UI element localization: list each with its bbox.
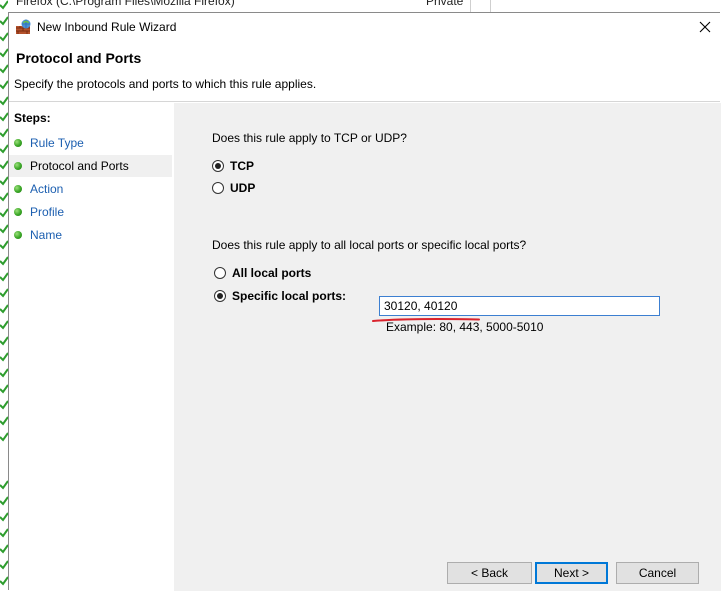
check-icon (0, 224, 8, 234)
check-icon (0, 304, 8, 314)
check-icon (0, 320, 8, 330)
steps-label: Steps: (14, 111, 51, 125)
steps-panel: Steps: Rule Type Protocol and Ports Acti… (9, 103, 174, 591)
background-app-profile: Private (426, 0, 464, 8)
check-icon (0, 16, 8, 26)
step-protocol-and-ports[interactable]: Protocol and Ports (9, 155, 172, 177)
ports-example-text: Example: 80, 443, 5000-5010 (386, 320, 544, 334)
check-icon (0, 544, 8, 554)
check-icon (0, 32, 8, 42)
check-icon (0, 144, 8, 154)
step-status-icon (14, 139, 22, 147)
check-icon (0, 400, 8, 410)
check-icon (0, 96, 8, 106)
check-icon (0, 112, 8, 122)
step-label[interactable]: Name (30, 228, 62, 242)
check-icon (0, 368, 8, 378)
cancel-button[interactable]: Cancel (616, 562, 699, 584)
check-icon (0, 128, 8, 138)
page-subtitle: Specify the protocols and ports to which… (14, 77, 317, 91)
check-icon (0, 64, 8, 74)
step-status-icon (14, 208, 22, 216)
radio-udp-label[interactable]: UDP (230, 181, 255, 195)
step-status-icon (14, 162, 22, 170)
step-name[interactable]: Name (9, 224, 172, 246)
page-title: Protocol and Ports (16, 50, 142, 66)
dialog-title: New Inbound Rule Wizard (37, 20, 177, 34)
wizard-content: Does this rule apply to TCP or UDP? TCP … (174, 103, 721, 591)
close-icon (699, 21, 711, 33)
radio-selected-dot (215, 163, 221, 169)
radio-button[interactable] (214, 267, 226, 279)
firewall-icon (15, 18, 33, 36)
ports-question: Does this rule apply to all local ports … (212, 238, 527, 252)
check-icon (0, 80, 8, 90)
radio-selected-dot (217, 293, 223, 299)
next-button[interactable]: Next > (535, 562, 608, 584)
step-status-icon (14, 185, 22, 193)
specific-ports-input[interactable] (379, 296, 660, 316)
step-label[interactable]: Rule Type (30, 136, 84, 150)
check-icon (0, 160, 8, 170)
check-icon (0, 560, 8, 570)
check-icon (0, 528, 8, 538)
check-icon (0, 288, 8, 298)
check-icon (0, 352, 8, 362)
check-icon (0, 192, 8, 202)
radio-tcp[interactable]: TCP (212, 158, 254, 174)
check-icon (0, 496, 8, 506)
step-label[interactable]: Protocol and Ports (30, 159, 129, 173)
radio-specific-local-ports[interactable]: Specific local ports: (214, 288, 346, 304)
step-action[interactable]: Action (9, 178, 172, 200)
step-label[interactable]: Profile (30, 205, 64, 219)
back-button[interactable]: < Back (447, 562, 532, 584)
check-icon (0, 272, 8, 282)
all-local-ports-label[interactable]: All local ports (232, 266, 311, 280)
radio-button[interactable] (212, 160, 224, 172)
radio-button[interactable] (214, 290, 226, 302)
check-icon (0, 416, 8, 426)
radio-tcp-label[interactable]: TCP (230, 159, 254, 173)
check-icon (0, 176, 8, 186)
radio-button[interactable] (212, 182, 224, 194)
check-icon (0, 48, 8, 58)
check-icon (0, 480, 8, 490)
step-profile[interactable]: Profile (9, 201, 172, 223)
check-icon (0, 240, 8, 250)
specific-local-ports-label[interactable]: Specific local ports: (232, 289, 346, 303)
step-status-icon (14, 231, 22, 239)
new-inbound-rule-wizard: New Inbound Rule Wizard Protocol and Por… (8, 12, 721, 591)
titlebar: New Inbound Rule Wizard (9, 13, 720, 43)
protocol-question: Does this rule apply to TCP or UDP? (212, 131, 407, 145)
background-app-path: Firefox (C:\Program Files\Mozilla Firefo… (16, 0, 235, 8)
close-button[interactable] (690, 13, 720, 41)
check-icon (0, 0, 8, 10)
check-icon (0, 208, 8, 218)
check-icon (0, 432, 8, 442)
step-label[interactable]: Action (30, 182, 63, 196)
check-icon (0, 576, 8, 586)
radio-all-local-ports[interactable]: All local ports (214, 265, 311, 281)
check-icon (0, 384, 8, 394)
check-icon (0, 336, 8, 346)
check-icon (0, 256, 8, 266)
step-rule-type[interactable]: Rule Type (9, 132, 172, 154)
check-icon (0, 512, 8, 522)
radio-udp[interactable]: UDP (212, 180, 255, 196)
wizard-header: Protocol and Ports Specify the protocols… (9, 43, 720, 103)
header-divider (9, 101, 720, 102)
